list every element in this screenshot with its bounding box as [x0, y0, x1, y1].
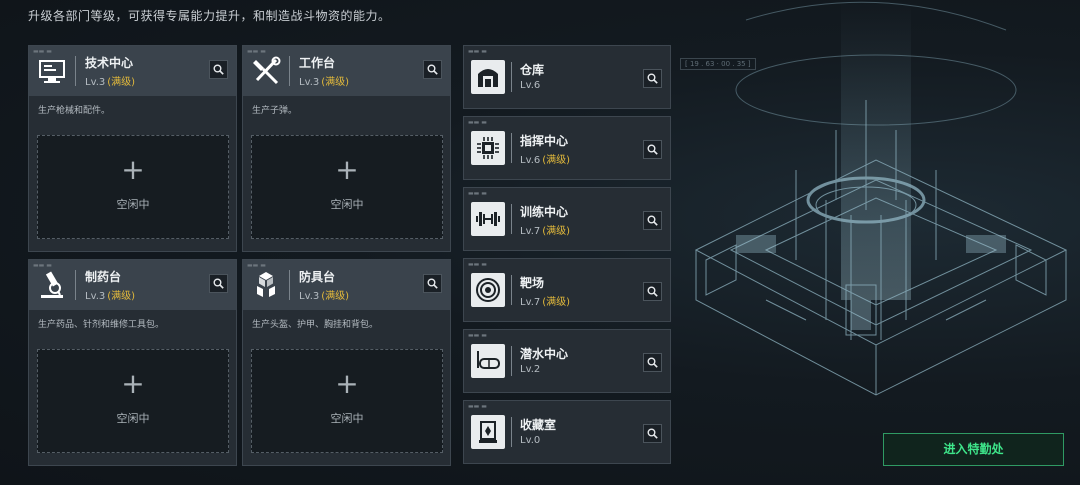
facility-name: 训练中心	[520, 205, 569, 219]
search-icon	[427, 64, 438, 75]
facility-name: 收藏室	[520, 418, 557, 432]
facility-card-diving-center[interactable]: ▬▬ ▬ 潜水中心 Lv.2	[463, 329, 671, 393]
facility-card-shooting-range[interactable]: ▬▬ ▬ 靶场 Lv.7 (满级)	[463, 258, 671, 322]
slot-status: 空闲中	[116, 198, 150, 211]
add-icon: +	[335, 153, 359, 186]
search-icon	[647, 144, 658, 155]
inspect-button[interactable]	[643, 211, 662, 230]
diving-mask-icon	[471, 344, 505, 378]
facility-level: Lv.0	[520, 435, 541, 446]
enter-special-ops-button[interactable]: 进入特勤处	[883, 433, 1064, 466]
slot-status: 空闲中	[330, 198, 364, 211]
search-icon	[647, 357, 658, 368]
facility-level: Lv.3 (满级)	[85, 291, 136, 302]
facility-level: Lv.2	[520, 364, 541, 375]
inspect-button[interactable]	[643, 282, 662, 301]
search-icon	[647, 286, 658, 297]
facility-card-pharmacy[interactable]: ▬▬ ▬ 制药台 Lv.3 (满级) 生产药品、针剂和维修工具包。 + 空闲中	[28, 259, 237, 466]
facility-name: 技术中心	[85, 56, 134, 70]
production-slot[interactable]: + 空闲中	[37, 349, 229, 453]
inspect-button[interactable]	[209, 60, 228, 79]
warehouse-icon	[471, 60, 505, 94]
inspect-button[interactable]	[423, 60, 442, 79]
slot-status: 空闲中	[330, 412, 364, 425]
facility-description: 生产子弹。	[252, 106, 298, 116]
facility-card-tech-center[interactable]: ▬▬ ▬ 技术中心 Lv.3 (满级) 生产枪械和配件。 + 空闲中	[28, 45, 237, 252]
search-icon	[647, 73, 658, 84]
tools-icon	[250, 55, 282, 87]
facility-name: 仓库	[520, 63, 545, 77]
production-slot[interactable]: + 空闲中	[251, 135, 443, 239]
coordinate-readout: [ 19 . 63 · 00 . 35 ]	[680, 58, 756, 70]
chip-icon	[471, 131, 505, 165]
search-icon	[213, 278, 224, 289]
inspect-button[interactable]	[643, 424, 662, 443]
facility-level: Lv.3 (满级)	[299, 77, 350, 88]
base-hologram-illustration	[694, 0, 1068, 396]
add-icon: +	[121, 153, 145, 186]
facility-name: 防具台	[299, 270, 336, 284]
production-slot[interactable]: + 空闲中	[37, 135, 229, 239]
facility-level: Lv.7 (满级)	[520, 297, 571, 308]
facility-name: 潜水中心	[520, 347, 569, 361]
facility-level: Lv.3 (满级)	[85, 77, 136, 88]
facility-name: 制药台	[85, 270, 122, 284]
production-slot[interactable]: + 空闲中	[251, 349, 443, 453]
facility-level: Lv.6	[520, 80, 541, 91]
inspect-button[interactable]	[643, 69, 662, 88]
facility-card-command-center[interactable]: ▬▬ ▬ 指挥中心 Lv.6 (满级)	[463, 116, 671, 180]
facility-card-training-center[interactable]: ▬▬ ▬ 训练中心 Lv.7 (满级)	[463, 187, 671, 251]
inspect-button[interactable]	[643, 353, 662, 372]
facility-name: 指挥中心	[520, 134, 569, 148]
facility-description: 生产枪械和配件。	[38, 106, 111, 116]
facility-card-workbench[interactable]: ▬▬ ▬ 工作台 Lv.3 (满级) 生产子弹。 + 空闲中	[242, 45, 451, 252]
facility-level: Lv.6 (满级)	[520, 155, 571, 166]
facility-card-armor-bench[interactable]: ▬▬ ▬ 防具台 Lv.3 (满级) 生产头盔、护甲、胸挂和背包。 + 空闲中	[242, 259, 451, 466]
target-icon	[471, 273, 505, 307]
search-icon	[647, 215, 658, 226]
boxes-icon	[250, 269, 282, 301]
facility-level: Lv.7 (满级)	[520, 226, 571, 237]
add-icon: +	[121, 367, 145, 400]
facility-description: 生产头盔、护甲、胸挂和背包。	[252, 320, 379, 330]
facility-name: 靶场	[520, 276, 545, 290]
facility-card-warehouse[interactable]: ▬▬ ▬ 仓库 Lv.6	[463, 45, 671, 109]
search-icon	[213, 64, 224, 75]
dumbbell-icon	[471, 202, 505, 236]
facility-name: 工作台	[299, 56, 336, 70]
search-icon	[647, 428, 658, 439]
inspect-button[interactable]	[643, 140, 662, 159]
facility-level: Lv.3 (满级)	[299, 291, 350, 302]
search-icon	[427, 278, 438, 289]
microscope-icon	[36, 269, 68, 301]
page-subtitle: 升级各部门等级，可获得专属能力提升，和制造战斗物资的能力。	[28, 9, 391, 23]
facility-card-collection-room[interactable]: ▬▬ ▬ 收藏室 Lv.0	[463, 400, 671, 464]
facility-description: 生产药品、针剂和维修工具包。	[38, 320, 165, 330]
inspect-button[interactable]	[209, 274, 228, 293]
inspect-button[interactable]	[423, 274, 442, 293]
display-case-icon	[471, 415, 505, 449]
slot-status: 空闲中	[116, 412, 150, 425]
add-icon: +	[335, 367, 359, 400]
computer-icon	[36, 55, 68, 87]
